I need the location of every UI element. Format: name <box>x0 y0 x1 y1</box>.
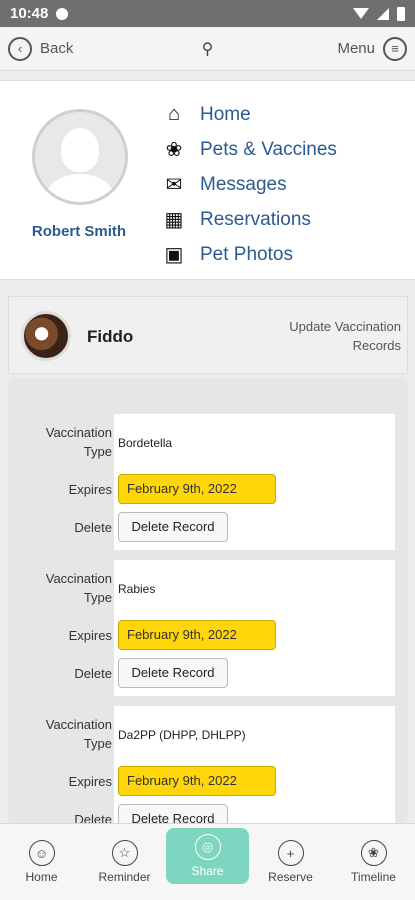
wifi-icon <box>353 8 369 19</box>
nav-label: Pet Photos <box>200 243 293 265</box>
paw-icon: ❀ <box>360 840 387 866</box>
app-logo: ⚲ <box>201 40 214 58</box>
expires-label: Expires <box>68 482 112 497</box>
vaccination-record: Vaccination Type Da2PP (DHPP, DHLPP) Exp… <box>22 706 395 823</box>
bottom-nav-home[interactable]: ☺ Home <box>0 824 83 900</box>
profile-card: Robert Smith ⌂ Home ❀ Pets & Vaccines ✉ … <box>0 80 415 280</box>
top-nav: ‹ Back ⚲ Menu ≡ <box>0 27 415 71</box>
menu-label: Menu <box>337 40 375 57</box>
update-vaccination-link[interactable]: Update Vaccination Records <box>261 317 401 355</box>
expires-label: Expires <box>68 628 112 643</box>
vaccination-record: Vaccination Type Rabies Expires February… <box>22 560 395 700</box>
bottom-nav-timeline[interactable]: ❀ Timeline <box>332 824 415 900</box>
pet-header: Fiddo Update Vaccination Records <box>8 296 408 374</box>
plus-icon: + <box>277 840 304 866</box>
nav-label: Reservations <box>200 208 311 230</box>
delete-record-button[interactable]: Delete Record <box>118 804 228 823</box>
calendar-icon: ▦ <box>164 209 184 231</box>
notification-icon <box>56 7 69 20</box>
nav-item-home[interactable]: ⌂ Home <box>160 97 400 132</box>
envelope-icon: ✉ <box>165 174 183 196</box>
hamburger-icon: ≡ <box>383 36 407 61</box>
vaccination-type-value: Da2PP (DHPP, DHLPP) <box>118 728 246 742</box>
bottom-nav-label: Reminder <box>98 870 151 884</box>
camera-icon: ◎ <box>194 834 221 860</box>
profile-nav: ⌂ Home ❀ Pets & Vaccines ✉ Messages ▦ Re… <box>160 97 400 272</box>
delete-label: Delete <box>74 520 112 535</box>
photos-icon: ▣ <box>164 244 184 266</box>
home-icon: ⌂ <box>167 103 181 125</box>
user-circle-icon: ☺ <box>28 840 55 866</box>
delete-label: Delete <box>74 812 112 823</box>
vaccination-record: Vaccination Type Bordetella Expires Febr… <box>22 414 395 554</box>
back-label: Back <box>40 40 74 57</box>
avatar-head <box>61 128 99 172</box>
avatar <box>32 109 128 205</box>
expires-label: Expires <box>68 774 112 789</box>
menu-button[interactable]: Menu ≡ <box>337 36 407 61</box>
vaccination-type-value: Bordetella <box>118 436 173 450</box>
bottom-nav-share[interactable]: ◎ Share <box>166 828 249 884</box>
nav-label: Home <box>200 103 251 125</box>
bottom-nav-reminder[interactable]: ☆ Reminder <box>83 824 166 900</box>
pet-name: Fiddo <box>87 327 134 346</box>
back-arrow-icon: ‹ <box>8 36 32 61</box>
vaccination-type-label: Vaccination Type <box>45 425 112 459</box>
expires-date[interactable]: February 9th, 2022 <box>118 620 276 650</box>
paw-icon: ❀ <box>165 139 183 161</box>
bottom-nav-label: Reserve <box>268 870 313 884</box>
nav-item-pets-vaccines[interactable]: ❀ Pets & Vaccines <box>160 132 400 167</box>
bottom-nav: ☺ Home ☆ Reminder ◎ Share + Reserve ❀ Ti… <box>0 823 415 900</box>
delete-label: Delete <box>74 666 112 681</box>
vaccination-records: Vaccination Type Bordetella Expires Febr… <box>8 378 408 823</box>
bottom-nav-reserve[interactable]: + Reserve <box>249 824 332 900</box>
back-button[interactable]: ‹ Back <box>8 36 74 61</box>
user-name: Robert Smith <box>31 223 127 240</box>
bottom-nav-label: Timeline <box>351 870 396 884</box>
status-icons <box>353 6 405 21</box>
nav-item-reservations[interactable]: ▦ Reservations <box>160 202 400 237</box>
expires-date[interactable]: February 9th, 2022 <box>118 474 276 504</box>
status-time: 10:48 <box>10 5 49 22</box>
status-bar: 10:48 <box>0 0 415 27</box>
delete-record-button[interactable]: Delete Record <box>118 512 228 542</box>
nav-label: Messages <box>200 173 287 195</box>
vaccination-type-label: Vaccination Type <box>45 571 112 605</box>
battery-icon <box>397 6 405 21</box>
delete-record-button[interactable]: Delete Record <box>118 658 228 688</box>
nav-item-messages[interactable]: ✉ Messages <box>160 167 400 202</box>
nav-item-pet-photos[interactable]: ▣ Pet Photos <box>160 237 400 272</box>
signal-icon <box>377 7 389 20</box>
avatar-body <box>45 174 115 202</box>
expires-date[interactable]: February 9th, 2022 <box>118 766 276 796</box>
bottom-nav-label: Share <box>191 864 224 878</box>
nav-label: Pets & Vaccines <box>200 138 337 160</box>
pet-photo <box>21 311 71 361</box>
vaccination-type-value: Rabies <box>118 582 156 596</box>
vaccination-type-label: Vaccination Type <box>45 717 112 751</box>
star-icon: ☆ <box>111 840 138 866</box>
bottom-nav-label: Home <box>25 870 58 884</box>
